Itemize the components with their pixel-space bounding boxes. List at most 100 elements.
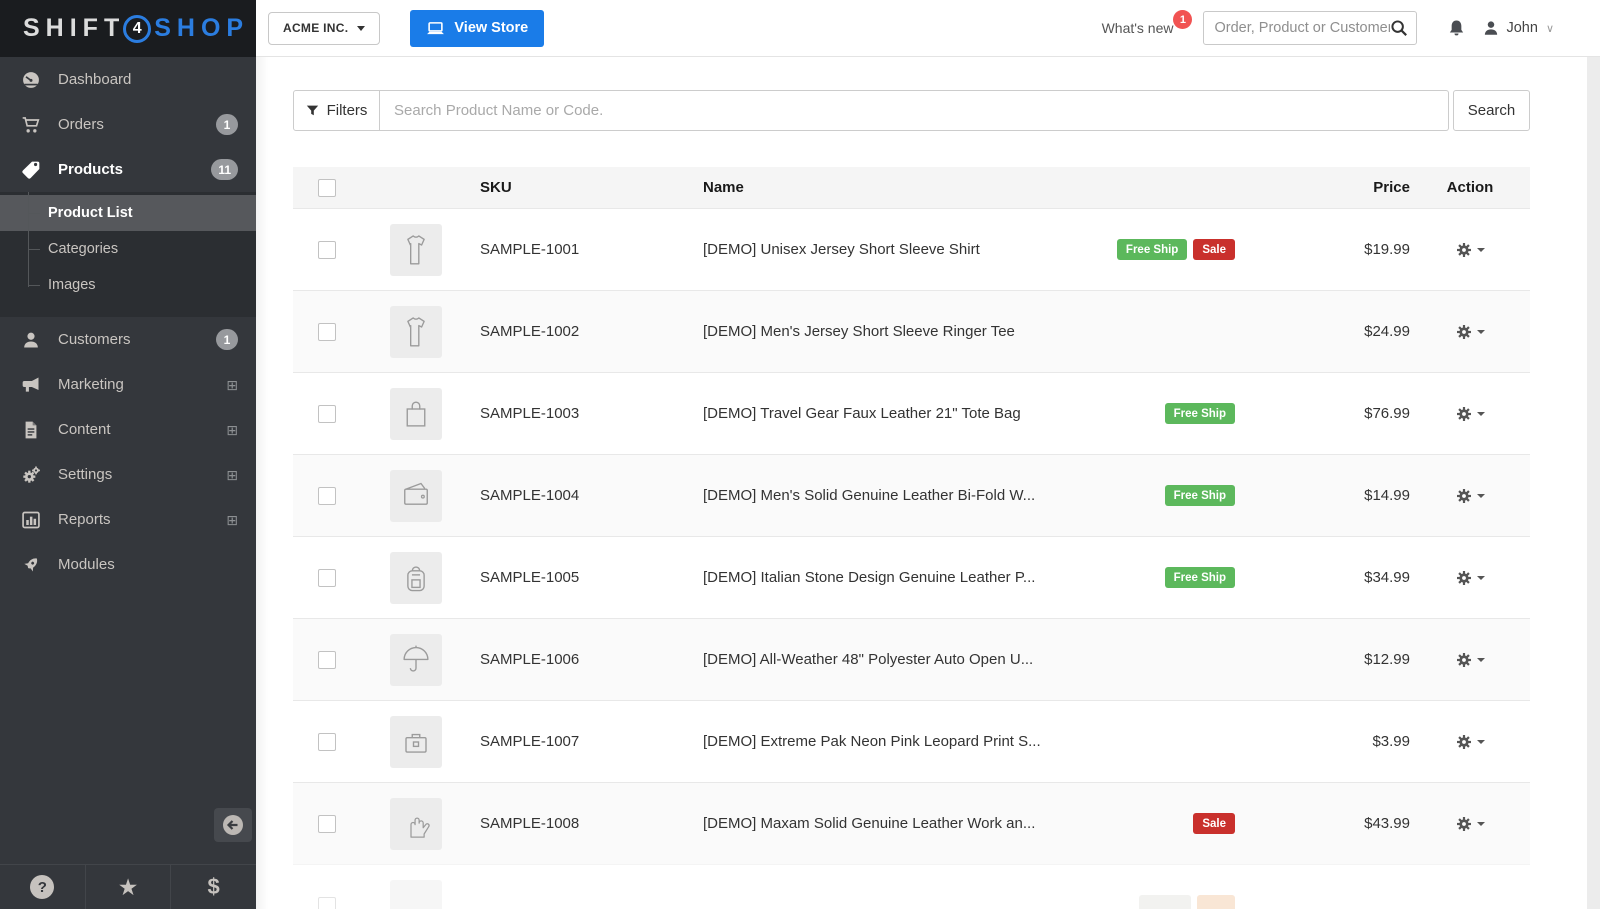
billing-button[interactable]: $ (171, 865, 256, 909)
help-button[interactable]: ? (0, 865, 86, 909)
product-name-link[interactable]: [DEMO] Men's Jersey Short Sleeve Ringer … (703, 323, 1015, 340)
sidebar-item-settings[interactable]: Settings ⊞ (0, 452, 256, 497)
chevron-down-icon (1477, 658, 1485, 662)
product-sku: SAMPLE-1007 (455, 733, 703, 750)
store-selector-button[interactable]: ACME INC. (268, 12, 380, 45)
table-row: SAMPLE-1005[DEMO] Italian Stone Design G… (293, 536, 1530, 618)
product-thumbnail (390, 388, 442, 440)
select-all-checkbox[interactable] (318, 179, 336, 197)
row-checkbox[interactable] (318, 733, 336, 751)
shift4shop-logo[interactable]: SHIFT 4 SHOP (0, 0, 256, 57)
product-name-link[interactable]: [DEMO] Extreme Pak Neon Pink Leopard Pri… (703, 733, 1041, 750)
view-store-button[interactable]: View Store (410, 10, 544, 47)
chevron-down-icon (1477, 576, 1485, 580)
search-button[interactable]: Search (1453, 90, 1530, 131)
row-checkbox[interactable] (318, 815, 336, 833)
submenu-item-product-list[interactable]: Product List (0, 195, 256, 231)
row-actions-button[interactable] (1456, 652, 1485, 668)
sidebar-item-marketing[interactable]: Marketing⊞ (0, 362, 256, 407)
product-price: $43.99 (1235, 815, 1410, 832)
product-price: $34.99 (1235, 569, 1410, 586)
scrollbar[interactable] (1587, 57, 1600, 909)
submenu-item-categories[interactable]: Categories (0, 231, 256, 267)
submenu-item-images[interactable]: Images (0, 267, 256, 303)
submenu-item-label: Categories (48, 241, 118, 257)
funnel-icon (306, 104, 319, 117)
row-checkbox[interactable] (318, 405, 336, 423)
row-checkbox[interactable] (318, 487, 336, 505)
gear-icon (1456, 816, 1472, 832)
row-actions-button[interactable] (1456, 570, 1485, 586)
table-row: SAMPLE-1001[DEMO] Unisex Jersey Short Sl… (293, 208, 1530, 290)
chevron-down-icon: ∨ (1546, 22, 1554, 35)
sidebar-item-label: Dashboard (58, 71, 131, 88)
whats-new-badge: 1 (1173, 10, 1192, 29)
product-search-input[interactable] (380, 90, 1449, 131)
notifications-button[interactable] (1447, 19, 1466, 38)
sidebar-item-customers[interactable]: Customers1 (0, 317, 256, 362)
product-name-link[interactable]: [DEMO] Maxam Solid Genuine Leather Work … (703, 815, 1035, 832)
row-actions-button[interactable] (1456, 324, 1485, 340)
product-name-link[interactable]: [DEMO] Men's Solid Genuine Leather Bi-Fo… (703, 487, 1035, 504)
favorites-button[interactable]: ★ (86, 865, 172, 909)
global-search-input[interactable] (1214, 20, 1390, 36)
gauge-icon (21, 70, 41, 90)
table-header: SKU Name Price Action (293, 167, 1530, 208)
megaphone-icon (21, 375, 41, 395)
expand-icon: ⊞ (226, 423, 238, 437)
free-ship-badge: Free Ship (1117, 239, 1187, 260)
row-checkbox[interactable] (318, 569, 336, 587)
product-thumbnail (390, 552, 442, 604)
sidebar-item-modules[interactable]: Modules (0, 542, 256, 587)
file-icon (21, 420, 41, 440)
gear-icon (1456, 242, 1472, 258)
user-menu[interactable]: John ∨ (1482, 19, 1554, 37)
chevron-down-icon (1477, 494, 1485, 498)
sidebar-item-label: Settings (58, 466, 112, 483)
star-icon: ★ (118, 876, 139, 899)
products-submenu: Product List Categories Images (0, 192, 256, 317)
row-actions-button[interactable] (1456, 816, 1485, 832)
cart-icon (21, 115, 41, 135)
umbrella-icon (396, 640, 436, 680)
product-price: $76.99 (1235, 405, 1410, 422)
product-name-link[interactable]: [DEMO] All-Weather 48" Polyester Auto Op… (703, 651, 1033, 668)
product-name-link[interactable]: [DEMO] Italian Stone Design Genuine Leat… (703, 569, 1035, 586)
row-actions-button[interactable] (1456, 406, 1485, 422)
product-sku: SAMPLE-1008 (455, 815, 703, 832)
sale-badge: Sale (1193, 239, 1235, 260)
sidebar-item-reports[interactable]: Reports⊞ (0, 497, 256, 542)
row-checkbox[interactable] (318, 651, 336, 669)
column-header-name[interactable]: Name (703, 179, 1235, 196)
row-actions-button[interactable] (1456, 242, 1485, 258)
filters-button[interactable]: Filters (293, 90, 380, 131)
sidebar-collapse-button[interactable] (214, 808, 252, 842)
column-header-sku[interactable]: SKU (455, 179, 703, 196)
sidebar-item-label: Modules (58, 556, 115, 573)
product-name-link[interactable]: [DEMO] Unisex Jersey Short Sleeve Shirt (703, 241, 980, 258)
sidebar-item-label: Orders (58, 116, 104, 133)
product-name-link[interactable]: [DEMO] Travel Gear Faux Leather 21" Tote… (703, 405, 1021, 422)
row-actions-button[interactable] (1456, 734, 1485, 750)
sidebar-item-products[interactable]: Products11 (0, 147, 256, 192)
search-submit-button[interactable] (1390, 19, 1408, 37)
sidebar-item-content[interactable]: Content⊞ (0, 407, 256, 452)
expand-icon: ⊞ (226, 468, 238, 482)
tshirt-icon (396, 230, 436, 270)
sidebar-item-orders[interactable]: Orders1 (0, 102, 256, 147)
product-sku: SAMPLE-1001 (455, 241, 703, 258)
gear-icon (1456, 488, 1472, 504)
row-checkbox[interactable] (318, 897, 336, 909)
topbar-right: What's new 1 John ∨ (1102, 11, 1554, 45)
chevron-down-icon (1477, 248, 1485, 252)
row-actions-button[interactable] (1456, 488, 1485, 504)
sidebar-item-dashboard[interactable]: Dashboard (0, 57, 256, 102)
product-sku: SAMPLE-1003 (455, 405, 703, 422)
column-header-price[interactable]: Price (1235, 179, 1410, 196)
row-checkbox[interactable] (318, 241, 336, 259)
product-table: SKU Name Price Action SAMPLE-1001[DEMO] … (293, 167, 1530, 909)
whats-new-link[interactable]: What's new 1 (1102, 20, 1174, 36)
chart-icon (21, 510, 41, 530)
free-ship-badge: Free Ship (1165, 403, 1235, 424)
row-checkbox[interactable] (318, 323, 336, 341)
